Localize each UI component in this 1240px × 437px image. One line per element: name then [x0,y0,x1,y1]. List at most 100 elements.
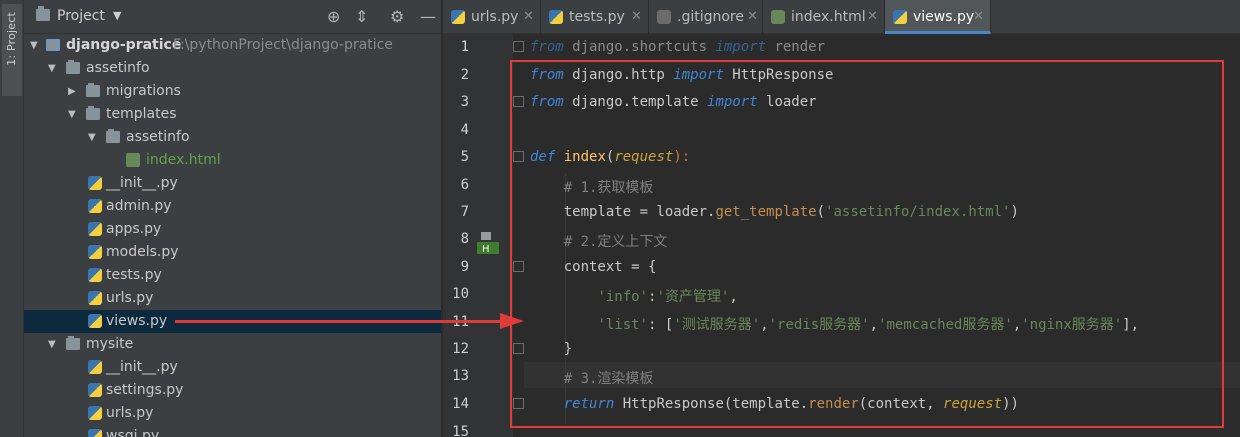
close-icon[interactable]: ✕ [867,0,878,34]
close-icon[interactable]: ✕ [747,0,758,34]
tree-item-templates[interactable]: ▼ templates [24,103,441,126]
python-file-icon [451,10,465,24]
python-file-icon [88,176,102,190]
tree-item-assetinfo[interactable]: ▼ assetinfo [24,57,441,80]
tree-item-label: tests.py [106,267,162,283]
tree-item-index-html[interactable]: index.html [24,149,441,172]
tree-item-label: settings.py [106,382,184,398]
tree-item-label: __init__.py [106,175,178,191]
tree-item-migrations[interactable]: ▶ migrations [24,80,441,103]
tree-item-label: __init__.py [106,359,178,375]
hide-panel-icon[interactable]: — [420,7,436,27]
folder-icon [86,83,100,97]
html-template-gutter-icon[interactable]: H [477,232,499,256]
html-file-icon [771,10,785,24]
tree-item-label: migrations [106,83,181,99]
collapsed-arrow-icon[interactable]: ▶ [68,80,76,103]
line-number-gutter: 1 2 3 4 5 6 7 8 9 10 11 12 13 14 15 H [443,34,513,437]
folder-icon [106,129,120,143]
folder-icon [66,336,80,350]
tree-item-mysite-urls-py[interactable]: urls.py [24,402,441,425]
tab-label: .gitignore [677,9,744,25]
line-number: 13 [452,368,469,384]
project-tool-tab[interactable]: 1: Project [2,4,22,96]
svg-text:H: H [482,244,490,255]
expand-arrow-icon[interactable]: ▼ [48,57,56,80]
python-file-icon [88,314,102,328]
tree-item-init-py[interactable]: __init__.py [24,172,441,195]
line-number: 8 [460,231,469,247]
tab-views-py[interactable]: views.py ✕ [885,0,991,34]
tree-item-label: templates [106,106,177,122]
tree-item-admin-py[interactable]: admin.py [24,195,441,218]
python-file-icon [549,10,563,24]
expand-arrow-icon[interactable]: ▼ [30,34,38,57]
tab-urls-py[interactable]: urls.py ✕ [443,0,541,34]
tree-item-settings-py[interactable]: settings.py [24,379,441,402]
tab-tests-py[interactable]: tests.py ✕ [541,0,649,34]
tree-item-label: index.html [146,152,221,168]
project-tool-label: 1: Project [5,12,18,66]
line-number: 14 [452,396,469,412]
project-panel-title[interactable]: Project [57,8,105,24]
tool-window-strip: 1: Project [0,0,24,437]
tab-label: tests.py [569,9,625,25]
tree-item-label: urls.py [106,290,154,306]
tree-item-mysite-init-py[interactable]: __init__.py [24,356,441,379]
line-number: 10 [452,286,469,302]
tree-item-label: views.py [106,313,168,329]
line-number: 6 [460,177,469,193]
code-line-1: from django.shortcuts import render [530,39,826,55]
line-number: 9 [460,259,469,275]
chevron-down-icon[interactable]: ▼ [113,9,121,22]
editor-tab-bar: urls.py ✕ tests.py ✕ .gitignore ✕ index.… [443,0,1240,34]
expand-arrow-icon[interactable]: ▼ [88,126,96,149]
collapse-all-icon[interactable]: ⇕ [355,7,368,27]
tab-label: views.py [913,9,975,25]
folder-icon [46,39,60,51]
python-file-icon [88,245,102,259]
line-number: 7 [460,204,469,220]
python-file-icon [88,360,102,374]
tree-item-label: mysite [86,336,134,352]
tree-item-label: models.py [106,244,179,260]
tab-label: index.html [791,9,866,25]
tab-index-html[interactable]: index.html ✕ [763,0,885,34]
tree-item-label: admin.py [106,198,172,214]
tree-item-apps-py[interactable]: apps.py [24,218,441,241]
expand-arrow-icon[interactable]: ▼ [48,333,56,356]
tree-item-label: assetinfo [126,129,190,145]
close-icon[interactable]: ✕ [631,0,642,34]
project-path: F:\pythonProject\django-pratice [173,37,393,53]
close-icon[interactable]: ✕ [973,0,984,34]
close-icon[interactable]: ✕ [523,0,534,34]
python-file-icon [88,406,102,420]
tree-item-tests-py[interactable]: tests.py [24,264,441,287]
expand-arrow-icon[interactable]: ▼ [68,103,76,126]
annotation-arrow-head [500,313,524,329]
annotation-arrow [175,320,505,323]
folder-icon [66,60,80,74]
line-number: 12 [452,341,469,357]
tree-item-label: assetinfo [86,60,150,76]
tree-item-django-pratice[interactable]: ▼ django-pratice F:\pythonProject\django… [24,34,441,57]
target-icon[interactable]: ⊕ [327,7,340,27]
tree-item-models-py[interactable]: models.py [24,241,441,264]
html-file-icon [126,153,140,167]
tree-item-urls-py[interactable]: urls.py [24,287,441,310]
python-file-icon [88,268,102,282]
python-file-icon [88,199,102,213]
tab-gitignore[interactable]: .gitignore ✕ [649,0,763,34]
line-number: 3 [460,94,469,110]
python-file-icon [893,10,907,24]
tree-item-label: wsgi.py [106,428,160,437]
gear-icon[interactable]: ⚙ [390,7,404,27]
tree-item-mysite[interactable]: ▼ mysite [24,333,441,356]
tree-item-templates-assetinfo[interactable]: ▼ assetinfo [24,126,441,149]
project-panel-header: Project ▼ ⊕ ⇕ ⚙ — [24,0,441,34]
tree-item-label: django-pratice [66,37,182,53]
tree-item-wsgi-py[interactable]: wsgi.py [24,425,441,437]
line-number: 15 [452,424,469,437]
python-file-icon [88,429,102,437]
fold-marker-icon[interactable] [513,41,524,52]
